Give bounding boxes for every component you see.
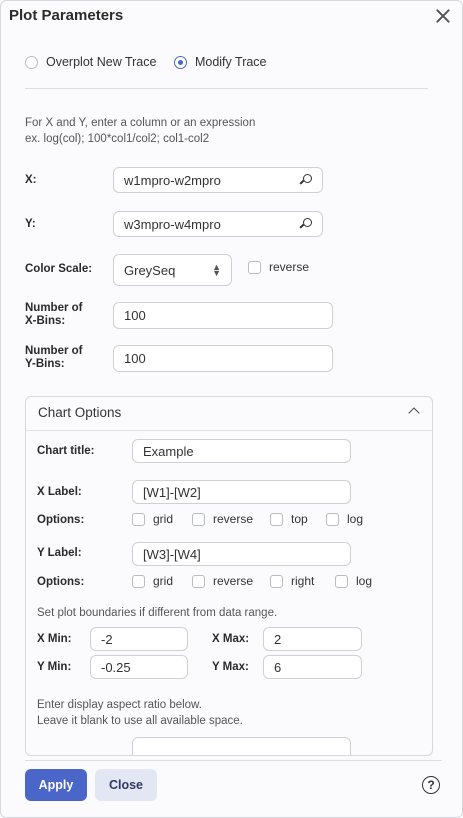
chart-options-panel: Chart Options Chart title: Example X Lab… (25, 396, 433, 756)
checkbox-label: log (347, 512, 364, 526)
checkbox-label: right (291, 574, 315, 588)
x-options-label: Options: (37, 514, 85, 526)
plot-parameters-dialog: Plot Parameters Overplot New Trace Modif… (0, 0, 463, 818)
dialog-title: Plot Parameters (9, 7, 124, 24)
y-reverse-checkbox[interactable]: reverse (192, 574, 253, 588)
checkbox-icon (192, 512, 205, 526)
x-bins-input[interactable]: 100 (113, 302, 333, 329)
y-label-label: Y Label: (37, 547, 82, 559)
y-min-value: -0.25 (101, 659, 131, 675)
y-log-checkbox[interactable]: log (335, 574, 372, 588)
trace-mode-radio-group: Overplot New Trace Modify Trace (25, 55, 281, 72)
y-max-input[interactable]: 6 (263, 655, 362, 679)
y-label-input[interactable]: [W3]-[W4] (132, 542, 351, 566)
x-bins-value: 100 (124, 308, 146, 323)
y-min-label: Y Min: (37, 661, 72, 673)
radio-overplot-new-trace[interactable]: Overplot New Trace (25, 55, 156, 69)
chart-title-value: Example (143, 443, 194, 459)
y-bins-label-line1: Number of (25, 345, 83, 357)
color-scale-value: GreySeq (124, 262, 176, 278)
radio-unchecked-icon (25, 55, 38, 69)
x-column-value: w1mpro-w2mpro (124, 172, 221, 188)
color-scale-reverse-checkbox[interactable]: reverse (248, 260, 309, 274)
x-max-value: 2 (274, 631, 282, 647)
checkbox-label: top (291, 512, 308, 526)
y-grid-checkbox[interactable]: grid (132, 574, 173, 588)
x-bins-label-line2: X-Bins: (25, 315, 66, 327)
x-top-checkbox[interactable]: top (270, 512, 308, 526)
checkbox-icon (132, 574, 145, 588)
y-right-checkbox[interactable]: right (270, 574, 314, 588)
x-label-label: X Label: (37, 486, 82, 498)
aspect-hint-line1: Enter display aspect ratio below. (37, 699, 202, 711)
aspect-hint-line2: Leave it blank to use all available spac… (37, 715, 243, 727)
checkbox-label: grid (153, 574, 174, 588)
divider (26, 430, 432, 431)
search-icon[interactable] (300, 174, 312, 186)
x-grid-checkbox[interactable]: grid (132, 512, 173, 526)
chart-title-input[interactable]: Example (132, 439, 351, 463)
checkbox-label: grid (153, 512, 174, 526)
checkbox-icon (192, 574, 205, 588)
checkbox-icon (270, 574, 283, 588)
close-button[interactable]: Close (95, 769, 157, 801)
divider (25, 760, 442, 761)
checkbox-icon (248, 260, 261, 274)
chevron-up-icon[interactable] (408, 407, 420, 419)
checkbox-icon (132, 512, 145, 526)
y-column-input[interactable]: w3mpro-w4mpro (113, 211, 323, 237)
divider (25, 88, 428, 89)
checkbox-label: reverse (213, 512, 254, 526)
xy-hint-line1: For X and Y, enter a column or an expres… (25, 117, 256, 129)
x-log-checkbox[interactable]: log (326, 512, 363, 526)
y-min-input[interactable]: -0.25 (90, 655, 188, 679)
x-bins-label: Number of X-Bins: (25, 302, 83, 328)
color-scale-label: Color Scale: (25, 263, 93, 275)
radio-modify-trace[interactable]: Modify Trace (173, 55, 267, 69)
checkbox-label: log (356, 574, 373, 588)
x-label-value: [W1]-[W2] (143, 484, 201, 500)
y-bins-label: Number of Y-Bins: (25, 345, 83, 371)
x-label: X: (25, 174, 37, 186)
x-bins-label-line1: Number of (25, 302, 83, 314)
xy-hint-line2: ex. log(col); 100*col1/col2; col1-col2 (25, 133, 210, 145)
checkbox-icon (270, 512, 283, 526)
radio-checked-icon (173, 55, 187, 69)
checkbox-icon (335, 574, 348, 588)
x-max-input[interactable]: 2 (263, 627, 362, 651)
y-bins-label-line2: Y-Bins: (25, 358, 65, 370)
y-label-value: [W3]-[W4] (143, 546, 201, 562)
checkbox-label: reverse (213, 574, 254, 588)
radio-label: Overplot New Trace (46, 55, 157, 69)
select-arrows-icon: ▲ ▼ (212, 262, 221, 278)
radio-label: Modify Trace (194, 55, 267, 69)
y-options-label: Options: (37, 576, 85, 588)
y-label: Y: (25, 218, 36, 230)
y-column-value: w3mpro-w4mpro (124, 216, 221, 232)
close-icon[interactable] (434, 7, 452, 25)
x-label-input[interactable]: [W1]-[W2] (132, 480, 351, 504)
aspect-hint: Enter display aspect ratio below. Leave … (37, 697, 243, 729)
x-min-label: X Min: (37, 633, 72, 645)
boundaries-hint: Set plot boundaries if different from da… (37, 607, 278, 619)
chart-options-title[interactable]: Chart Options (38, 405, 121, 420)
xy-hint: For X and Y, enter a column or an expres… (25, 115, 255, 147)
y-bins-value: 100 (124, 351, 146, 366)
checkbox-icon (326, 512, 339, 526)
chart-title-label: Chart title: (37, 445, 95, 457)
y-max-value: 6 (274, 659, 282, 675)
x-min-value: -2 (101, 631, 113, 647)
x-reverse-checkbox[interactable]: reverse (192, 512, 253, 526)
apply-button[interactable]: Apply (25, 769, 87, 801)
color-scale-select[interactable]: GreySeq ▲ ▼ (113, 254, 232, 286)
x-column-input[interactable]: w1mpro-w2mpro (113, 167, 323, 193)
help-icon[interactable]: ? (422, 776, 440, 794)
x-max-label: X Max: (212, 633, 250, 645)
checkbox-label: reverse (269, 260, 310, 274)
y-bins-input[interactable]: 100 (113, 345, 333, 372)
search-icon[interactable] (300, 218, 312, 230)
y-max-label: Y Max: (212, 661, 249, 673)
x-min-input[interactable]: -2 (90, 627, 188, 651)
aspect-ratio-input[interactable] (132, 737, 351, 755)
